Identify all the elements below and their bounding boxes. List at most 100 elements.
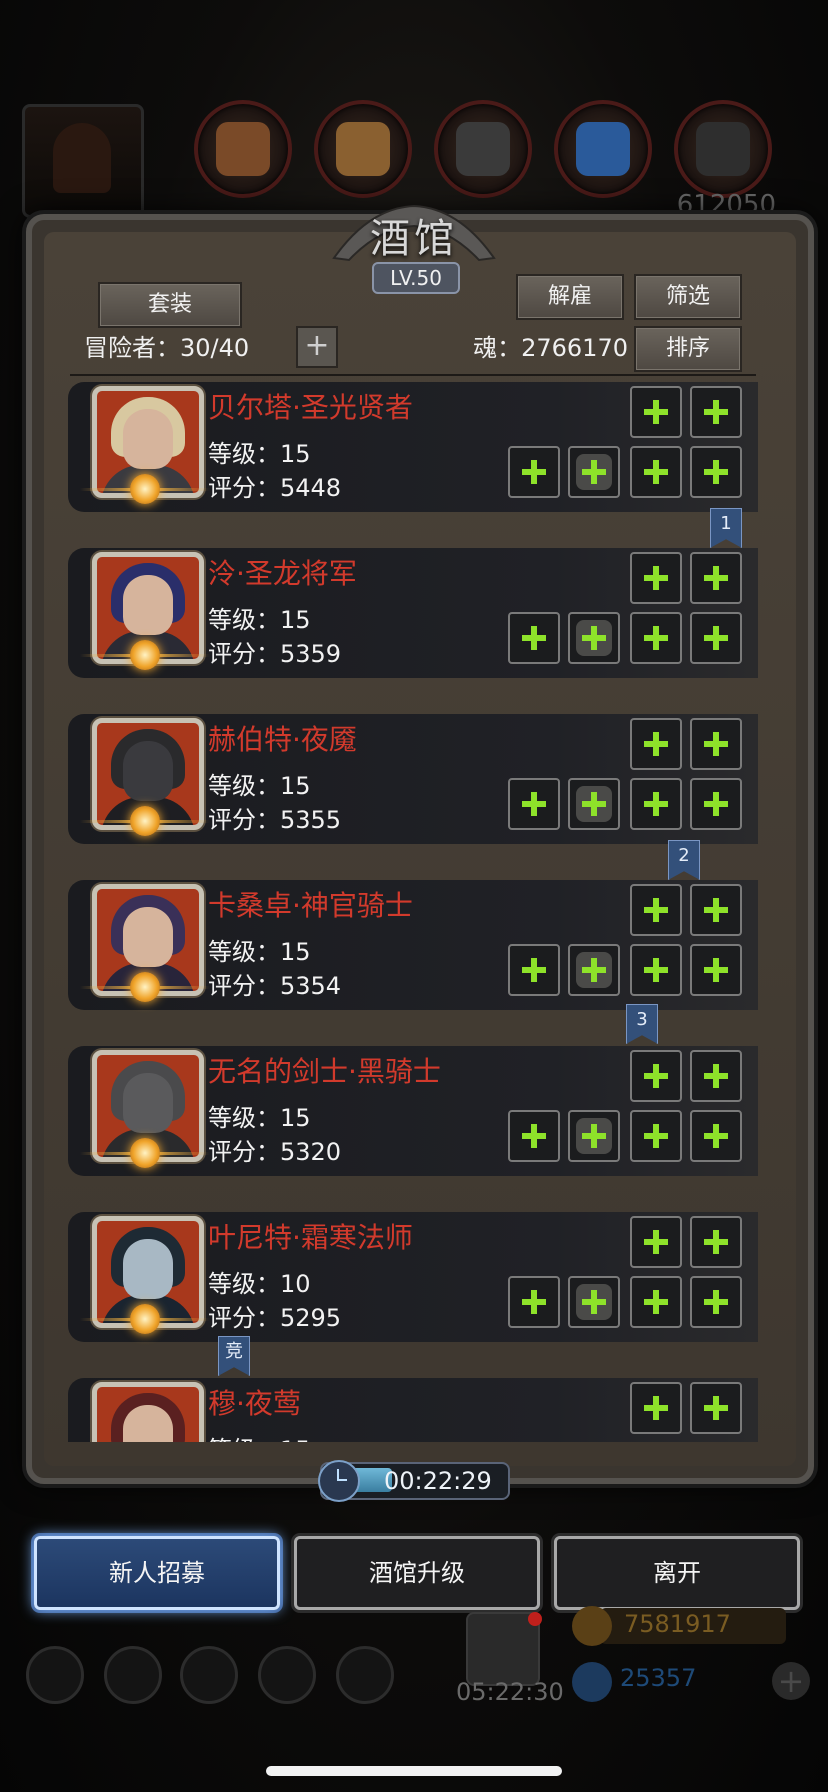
guild-icon[interactable]: [180, 1646, 238, 1704]
weapon-slot-add-icon[interactable]: [508, 446, 560, 498]
add-slot-button[interactable]: +: [296, 326, 338, 368]
leave-button[interactable]: 离开: [554, 1536, 800, 1610]
equip-slot-add-icon[interactable]: [690, 1276, 742, 1328]
hero-name: 叶尼特·霜寒法师: [208, 1221, 413, 1254]
hero-score: 评分：5448: [208, 474, 342, 502]
team-bookmark-1: 1: [710, 508, 742, 548]
resource-iron-icon[interactable]: [434, 100, 532, 198]
equip-slot-add-icon[interactable]: [630, 944, 682, 996]
equip-slot-add-icon[interactable]: [690, 944, 742, 996]
equip-slot-add-icon[interactable]: [690, 386, 742, 438]
hero-name: 穆·夜莺: [208, 1387, 301, 1420]
armor-slot-add-icon[interactable]: [568, 944, 620, 996]
hero-card[interactable]: 叶尼特·霜寒法师 等级：10 评分：5295: [68, 1212, 758, 1342]
hero-name: 卡桑卓·神官骑士: [208, 889, 413, 922]
hero-name: 无名的剑士·黑骑士: [208, 1055, 441, 1088]
resource-wood-icon[interactable]: [314, 100, 412, 198]
resource-ore-icon[interactable]: [194, 100, 292, 198]
equip-slot-add-icon[interactable]: [630, 612, 682, 664]
equip-slot-add-icon[interactable]: [630, 552, 682, 604]
dismiss-button[interactable]: 解雇: [516, 274, 624, 320]
hero-score: 评分：5359: [208, 640, 342, 668]
divider: [70, 374, 756, 376]
hero-score: 评分：5355: [208, 806, 342, 834]
equip-slot-add-icon[interactable]: [690, 612, 742, 664]
equip-slot-add-icon[interactable]: [690, 1382, 742, 1434]
recruit-button[interactable]: 新人招募: [34, 1536, 280, 1610]
equip-slot-add-icon[interactable]: [630, 1382, 682, 1434]
settings-icon[interactable]: [26, 1646, 84, 1704]
hero-card[interactable]: 贝尔塔·圣光贤者 等级：15 评分：5448: [68, 382, 758, 512]
hero-icon[interactable]: [104, 1646, 162, 1704]
equip-slot-add-icon[interactable]: [690, 552, 742, 604]
timer-value: 00:22:29: [384, 1467, 492, 1495]
weapon-slot-add-icon[interactable]: [508, 1110, 560, 1162]
home-indicator[interactable]: [266, 1766, 562, 1776]
equip-slot-add-icon[interactable]: [630, 1216, 682, 1268]
upgrade-tavern-button[interactable]: 酒馆升级: [294, 1536, 540, 1610]
hero-level: 等级：15: [208, 440, 311, 468]
equip-slot-add-icon[interactable]: [630, 778, 682, 830]
armor-slot-add-icon[interactable]: [568, 446, 620, 498]
gift-timer: 05:22:30: [456, 1678, 564, 1706]
armor-slot-add-icon[interactable]: [568, 1276, 620, 1328]
notification-dot: [528, 1612, 542, 1626]
hero-level: 等级：15: [208, 772, 311, 800]
hero-score: 评分：5354: [208, 972, 342, 1000]
equip-slot-add-icon[interactable]: [690, 1216, 742, 1268]
hero-level: 等级：10: [208, 1270, 311, 1298]
gold-amount: 7581917: [624, 1610, 731, 1638]
adventurer-count: 冒险者：30/40: [84, 334, 250, 362]
player-avatar[interactable]: [22, 104, 144, 218]
gem-icon: [572, 1662, 612, 1702]
page-title: 酒馆: [370, 216, 458, 262]
mail-icon[interactable]: [258, 1646, 316, 1704]
hero-level: 等级：15: [208, 1430, 311, 1442]
refresh-timer: 00:22:29: [318, 1460, 510, 1502]
resource-stone-icon[interactable]: [674, 100, 772, 198]
equip-slot-add-icon[interactable]: [690, 884, 742, 936]
rank-emblem-icon: [130, 474, 160, 504]
hero-card[interactable]: 穆·夜莺 等级：15: [68, 1378, 758, 1442]
sort-button[interactable]: 排序: [634, 326, 742, 372]
clock-icon: [318, 1460, 360, 1502]
soul-count: 魂：2766170: [473, 334, 628, 362]
equip-slot-add-icon[interactable]: [690, 446, 742, 498]
rank-emblem-icon: [130, 1304, 160, 1334]
equip-slot-add-icon[interactable]: [690, 1110, 742, 1162]
hero-card[interactable]: 赫伯特·夜魇 等级：15 评分：5355: [68, 714, 758, 844]
hero-level: 等级：15: [208, 938, 311, 966]
set-button[interactable]: 套装: [98, 282, 242, 328]
hero-score: 评分：5320: [208, 1138, 342, 1166]
equip-slot-add-icon[interactable]: [630, 884, 682, 936]
equip-slot-add-icon[interactable]: [690, 778, 742, 830]
equip-slot-add-icon[interactable]: [630, 446, 682, 498]
hero-list[interactable]: 贝尔塔·圣光贤者 等级：15 评分：5448 1 泠·圣龙将军 等级：15 评分…: [68, 382, 758, 1442]
armor-slot-add-icon[interactable]: [568, 778, 620, 830]
hero-card[interactable]: 卡桑卓·神官骑士 等级：15 评分：5354: [68, 880, 758, 1010]
rank-emblem-icon: [130, 972, 160, 1002]
armor-slot-add-icon[interactable]: [568, 1110, 620, 1162]
hero-card[interactable]: 泠·圣龙将军 等级：15 评分：5359: [68, 548, 758, 678]
equip-slot-add-icon[interactable]: [630, 1050, 682, 1102]
filter-button[interactable]: 筛选: [634, 274, 742, 320]
weapon-slot-add-icon[interactable]: [508, 778, 560, 830]
equip-slot-add-icon[interactable]: [630, 718, 682, 770]
equip-slot-add-icon[interactable]: [690, 718, 742, 770]
armor-slot-add-icon[interactable]: [568, 612, 620, 664]
add-currency-button[interactable]: +: [772, 1662, 810, 1700]
team-bookmark-3: 3: [626, 1004, 658, 1044]
equip-slot-add-icon[interactable]: [690, 1050, 742, 1102]
hero-name: 赫伯特·夜魇: [208, 723, 357, 756]
equip-slot-add-icon[interactable]: [630, 386, 682, 438]
weapon-slot-add-icon[interactable]: [508, 612, 560, 664]
resource-crystal-icon[interactable]: [554, 100, 652, 198]
team-bookmark-2: 2: [668, 840, 700, 880]
equip-slot-add-icon[interactable]: [630, 1276, 682, 1328]
hero-card[interactable]: 无名的剑士·黑骑士 等级：15 评分：5320: [68, 1046, 758, 1176]
equip-slot-add-icon[interactable]: [630, 1110, 682, 1162]
shop-icon[interactable]: [336, 1646, 394, 1704]
weapon-slot-add-icon[interactable]: [508, 1276, 560, 1328]
weapon-slot-add-icon[interactable]: [508, 944, 560, 996]
hero-name: 泠·圣龙将军: [208, 557, 357, 590]
